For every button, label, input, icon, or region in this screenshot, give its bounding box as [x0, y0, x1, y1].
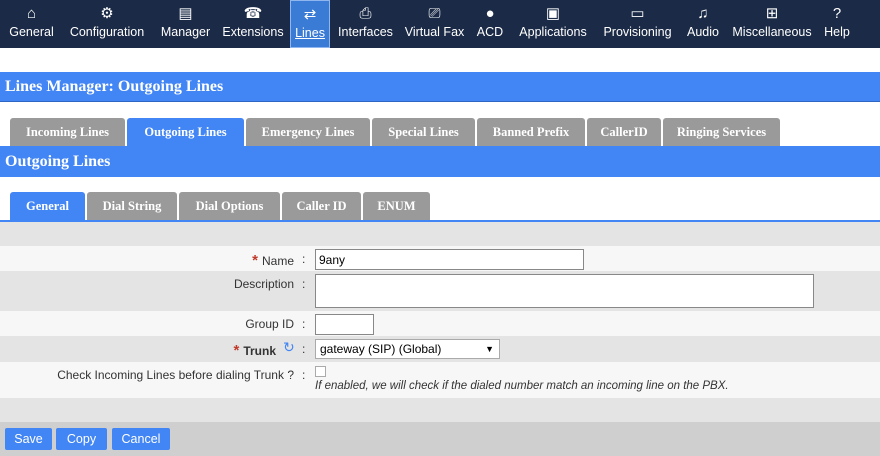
form-spacer	[0, 222, 880, 246]
phone-icon: ☎	[243, 5, 263, 22]
trunk-row: * Trunk ↻ : gateway (SIP) (Global) ▼	[0, 336, 880, 362]
nav-acd[interactable]: ● ACD	[470, 0, 510, 48]
colon: :	[302, 342, 306, 356]
nav-label: ACD	[476, 25, 504, 39]
group-id-label: Group ID	[245, 317, 294, 331]
nav-lines[interactable]: ⇄ Lines	[290, 0, 330, 48]
colon: :	[302, 368, 306, 382]
tab-special-lines[interactable]: Special Lines	[372, 118, 475, 146]
group-id-field[interactable]	[315, 314, 374, 335]
lines-icon: ⇄	[303, 6, 317, 23]
agent-icon: ●	[485, 5, 495, 22]
manager-icon: ▤	[178, 5, 193, 22]
tab-banned-prefix[interactable]: Banned Prefix	[477, 118, 585, 146]
nav-label: Interfaces	[338, 25, 393, 39]
nav-applications[interactable]: ▣ Applications	[510, 0, 596, 48]
nav-configuration[interactable]: ⚙ Configuration	[61, 0, 153, 48]
trunk-label: * Trunk	[233, 342, 276, 359]
tab-outgoing-lines[interactable]: Outgoing Lines	[127, 118, 244, 146]
check-field-group: If enabled, we will check if the dialed …	[315, 366, 729, 392]
colon: :	[302, 277, 306, 291]
tab-dial-options[interactable]: Dial Options	[179, 192, 280, 220]
nav-label: General	[9, 25, 54, 39]
nav-virtual-fax[interactable]: ⎚ Virtual Fax	[399, 0, 470, 48]
nav-miscellaneous[interactable]: ⊞ Miscellaneous	[727, 0, 817, 48]
dropdown-arrow-icon: ▼	[485, 344, 494, 354]
trunk-label-text: Trunk	[243, 344, 276, 358]
description-field[interactable]	[315, 274, 814, 308]
action-bar: Save Copy Cancel	[0, 422, 880, 456]
tab-enum[interactable]: ENUM	[363, 192, 430, 220]
fax-icon: ⎚	[428, 5, 441, 22]
applications-icon: ▣	[545, 5, 561, 22]
nav-interfaces[interactable]: ⎙ Interfaces	[332, 0, 399, 48]
nav-label: Miscellaneous	[732, 25, 812, 39]
colon: :	[302, 317, 306, 331]
nav-label: Audio	[687, 25, 719, 39]
tab-ringing-services[interactable]: Ringing Services	[663, 118, 780, 146]
interfaces-icon: ⎙	[359, 5, 372, 22]
group-row: Group ID :	[0, 311, 880, 336]
save-button[interactable]: Save	[5, 428, 52, 450]
tab-incoming-lines[interactable]: Incoming Lines	[10, 118, 125, 146]
nav-label: Extensions	[222, 25, 284, 39]
nav-manager[interactable]: ▤ Manager	[153, 0, 218, 48]
check-incoming-label: Check Incoming Lines before dialing Trun…	[57, 368, 294, 382]
tab-dial-string[interactable]: Dial String	[87, 192, 177, 220]
check-hint: If enabled, we will check if the dialed …	[315, 380, 729, 392]
required-marker: *	[252, 252, 258, 269]
home-icon: ⌂	[26, 5, 37, 22]
general-form: *Name : Description : Group ID : *Trunk …	[0, 222, 880, 422]
grid-icon: ⊞	[765, 5, 779, 22]
line-tabs: Incoming Lines Outgoing Lines Emergency …	[10, 118, 782, 146]
cancel-button[interactable]: Cancel	[112, 428, 170, 450]
description-row: Description :	[0, 271, 880, 311]
trunk-select[interactable]: gateway (SIP) (Global) ▼	[315, 339, 500, 359]
name-row: * Name :	[0, 246, 880, 271]
nav-label: Virtual Fax	[404, 25, 465, 39]
form-spacer-bottom	[0, 398, 880, 422]
nav-provisioning[interactable]: ▭ Provisioning	[596, 0, 679, 48]
nav-audio[interactable]: ♫ Audio	[679, 0, 727, 48]
description-label: Description	[233, 277, 294, 291]
tab-emergency-lines[interactable]: Emergency Lines	[246, 118, 370, 146]
tab-general[interactable]: General	[10, 192, 85, 220]
music-icon: ♫	[697, 5, 709, 22]
provisioning-icon: ▭	[630, 5, 645, 22]
colon: :	[302, 252, 306, 266]
nav-label: Applications	[519, 25, 587, 39]
sub-tabs: General Dial String Dial Options Caller …	[10, 192, 432, 220]
help-icon: ?	[832, 5, 842, 22]
nav-label: Provisioning	[603, 25, 672, 39]
nav-label: Lines	[295, 26, 325, 40]
name-field[interactable]	[315, 249, 584, 270]
nav-help[interactable]: ? Help	[817, 0, 857, 48]
nav-label: Manager	[160, 25, 211, 39]
nav-label: Help	[824, 25, 850, 39]
nav-general[interactable]: ⌂ General	[2, 0, 61, 48]
page-title: Lines Manager: Outgoing Lines	[0, 72, 880, 102]
copy-button[interactable]: Copy	[56, 428, 107, 450]
refresh-icon[interactable]: ↻	[283, 339, 295, 356]
check-row: Check Incoming Lines before dialing Trun…	[0, 362, 880, 398]
nav-extensions[interactable]: ☎ Extensions	[218, 0, 288, 48]
tab-caller-id[interactable]: Caller ID	[282, 192, 361, 220]
trunk-selected-value: gateway (SIP) (Global)	[320, 342, 442, 356]
tab-callerid[interactable]: CallerID	[587, 118, 661, 146]
name-label-text: Name	[261, 254, 294, 268]
nav-label: Configuration	[69, 25, 145, 39]
section-title: Outgoing Lines	[0, 147, 880, 177]
top-navigation: ⌂ General ⚙ Configuration ▤ Manager ☎ Ex…	[0, 0, 880, 48]
gear-icon: ⚙	[100, 5, 114, 22]
name-label: * Name	[252, 252, 294, 269]
required-marker: *	[233, 342, 240, 359]
check-incoming-checkbox[interactable]	[315, 366, 326, 377]
